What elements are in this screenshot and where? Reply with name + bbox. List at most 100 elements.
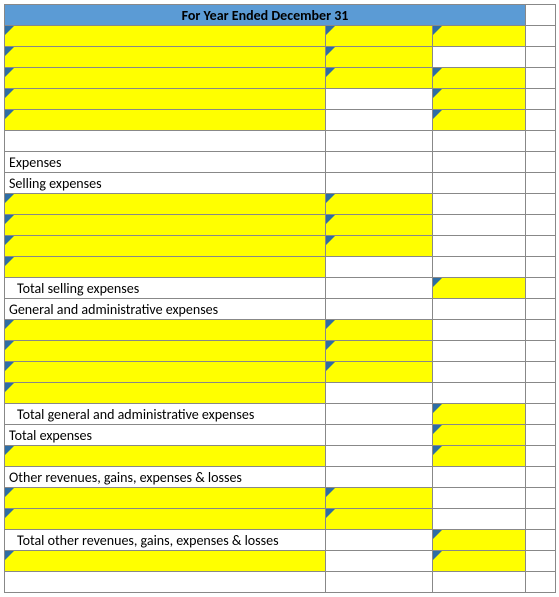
input-cell[interactable] — [5, 236, 326, 257]
input-cell[interactable] — [326, 488, 433, 509]
input-cell[interactable] — [5, 341, 326, 362]
input-cell[interactable] — [433, 26, 526, 47]
input-cell[interactable] — [5, 488, 326, 509]
input-cell[interactable] — [433, 551, 526, 572]
input-cell[interactable] — [433, 278, 526, 299]
input-cell[interactable] — [326, 341, 433, 362]
cell[interactable] — [326, 257, 433, 278]
label-expenses: Expenses — [5, 152, 326, 173]
spacer — [526, 257, 556, 278]
spacer — [526, 236, 556, 257]
header-row: For Year Ended December 31 — [5, 5, 556, 26]
spacer — [526, 467, 556, 488]
page-title: For Year Ended December 31 — [5, 5, 526, 26]
spacer — [526, 5, 556, 26]
input-cell[interactable] — [5, 257, 326, 278]
cell[interactable] — [433, 215, 526, 236]
input-cell[interactable] — [5, 110, 326, 131]
cell[interactable] — [433, 173, 526, 194]
spacer — [526, 572, 556, 593]
spacer — [526, 425, 556, 446]
cell[interactable] — [326, 467, 433, 488]
input-cell[interactable] — [326, 215, 433, 236]
input-cell[interactable] — [326, 236, 433, 257]
input-cell[interactable] — [5, 47, 326, 68]
input-cell[interactable] — [5, 446, 326, 467]
spacer — [526, 404, 556, 425]
spacer — [526, 89, 556, 110]
spacer — [526, 299, 556, 320]
cell[interactable] — [433, 194, 526, 215]
input-cell[interactable] — [5, 509, 326, 530]
cell[interactable] — [433, 362, 526, 383]
input-cell[interactable] — [433, 68, 526, 89]
input-cell[interactable] — [5, 362, 326, 383]
input-cell[interactable] — [5, 89, 326, 110]
cell[interactable] — [433, 383, 526, 404]
cell[interactable] — [326, 530, 433, 551]
input-cell[interactable] — [5, 68, 326, 89]
input-cell[interactable] — [5, 320, 326, 341]
spacer — [526, 362, 556, 383]
cell[interactable] — [433, 131, 526, 152]
input-cell[interactable] — [326, 68, 433, 89]
label-total-other: Total other revenues, gains, expenses & … — [5, 530, 326, 551]
label-ga-expenses: General and administrative expenses — [5, 299, 326, 320]
spacer — [526, 47, 556, 68]
cell[interactable] — [326, 110, 433, 131]
label-total-selling: Total selling expenses — [5, 278, 326, 299]
input-cell[interactable] — [433, 530, 526, 551]
input-cell[interactable] — [433, 89, 526, 110]
label-total-expenses: Total expenses — [5, 425, 326, 446]
cell[interactable] — [433, 299, 526, 320]
spacer — [526, 152, 556, 173]
input-cell[interactable] — [433, 446, 526, 467]
cell[interactable] — [433, 509, 526, 530]
spreadsheet-table: For Year Ended December 31 Expenses Sell… — [4, 4, 556, 593]
cell[interactable] — [326, 446, 433, 467]
input-cell[interactable] — [5, 215, 326, 236]
cell[interactable] — [326, 572, 433, 593]
cell[interactable] — [326, 425, 433, 446]
cell[interactable] — [5, 131, 326, 152]
spacer — [526, 215, 556, 236]
input-cell[interactable] — [5, 194, 326, 215]
cell[interactable] — [433, 257, 526, 278]
spacer — [526, 278, 556, 299]
spacer — [526, 341, 556, 362]
cell[interactable] — [433, 572, 526, 593]
input-cell[interactable] — [5, 26, 326, 47]
cell[interactable] — [433, 467, 526, 488]
cell[interactable] — [326, 278, 433, 299]
cell[interactable] — [326, 404, 433, 425]
input-cell[interactable] — [433, 404, 526, 425]
cell[interactable] — [433, 320, 526, 341]
spacer — [526, 110, 556, 131]
cell[interactable] — [326, 551, 433, 572]
cell[interactable] — [5, 572, 326, 593]
cell[interactable] — [433, 47, 526, 68]
cell[interactable] — [433, 152, 526, 173]
input-cell[interactable] — [5, 383, 326, 404]
cell[interactable] — [433, 488, 526, 509]
input-cell[interactable] — [326, 509, 433, 530]
input-cell[interactable] — [326, 362, 433, 383]
cell[interactable] — [326, 299, 433, 320]
spacer — [526, 131, 556, 152]
cell[interactable] — [326, 152, 433, 173]
spacer — [526, 530, 556, 551]
spacer — [526, 383, 556, 404]
cell[interactable] — [326, 131, 433, 152]
input-cell[interactable] — [433, 110, 526, 131]
input-cell[interactable] — [326, 194, 433, 215]
cell[interactable] — [433, 341, 526, 362]
cell[interactable] — [433, 236, 526, 257]
input-cell[interactable] — [326, 26, 433, 47]
input-cell[interactable] — [326, 320, 433, 341]
cell[interactable] — [326, 89, 433, 110]
input-cell[interactable] — [326, 47, 433, 68]
cell[interactable] — [326, 173, 433, 194]
cell[interactable] — [326, 383, 433, 404]
input-cell[interactable] — [5, 551, 326, 572]
input-cell[interactable] — [433, 425, 526, 446]
